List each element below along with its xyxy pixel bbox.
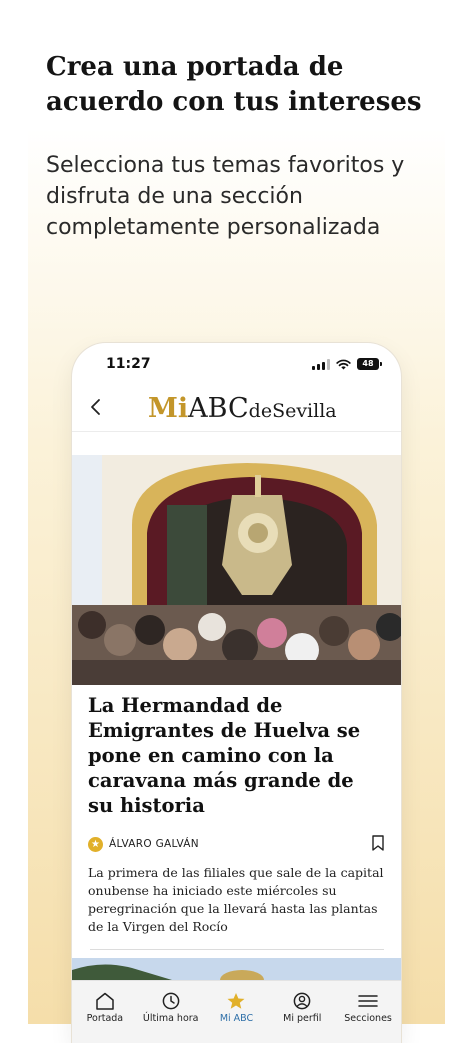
tab-label: Mi ABC	[219, 1013, 254, 1024]
logo-abc: ABC	[188, 393, 249, 424]
app-header: MiABCdeSevilla	[72, 385, 401, 432]
bottom-tab-bar: Portada Última hora Mi ABC Mi perfil Sec…	[72, 980, 401, 1043]
logo-city: deSevilla	[248, 400, 337, 422]
tab-portada[interactable]: Portada	[73, 981, 137, 1024]
chevron-left-icon	[91, 399, 100, 415]
article-card[interactable]: La Hermandad de Emigrantes de Huelva se …	[88, 693, 384, 936]
menu-icon	[358, 995, 378, 1007]
promo-headline: Crea una portada de acuerdo con tus inte…	[46, 52, 422, 117]
tab-label: Secciones	[344, 1013, 392, 1024]
article-divider	[90, 949, 384, 950]
tab-label: Portada	[86, 1013, 124, 1024]
status-bar: 11:27 48	[72, 343, 401, 383]
article-excerpt: La primera de las filiales que sale de l…	[88, 865, 384, 934]
promo-subtext: Selecciona tus temas favoritos y disfrut…	[46, 153, 405, 240]
status-icons: 48	[312, 358, 382, 370]
profile-icon	[293, 992, 311, 1010]
house-icon	[96, 992, 114, 1010]
article-byline: ★ ÁLVARO GALVÁN	[88, 834, 384, 854]
article-hero-image[interactable]	[72, 455, 401, 685]
tab-mi-abc[interactable]: Mi ABC	[204, 981, 268, 1024]
clock-icon	[162, 992, 180, 1010]
photo-illustration	[72, 455, 401, 685]
back-button[interactable]	[84, 395, 108, 419]
bookmark-icon[interactable]	[372, 835, 384, 851]
tab-ultima-hora[interactable]: Última hora	[139, 981, 203, 1024]
tab-secciones[interactable]: Secciones	[336, 981, 400, 1024]
status-time: 11:27	[106, 356, 151, 372]
phone-mockup: 11:27 48 MiABCdeSevilla La Hermandad de …	[72, 343, 401, 1043]
battery-icon: 48	[357, 358, 382, 370]
tab-mi-perfil[interactable]: Mi perfil	[270, 981, 334, 1024]
tab-label: Última hora	[142, 1013, 199, 1024]
author-star-icon: ★	[88, 836, 103, 852]
app-logo: MiABCdeSevilla	[148, 391, 337, 429]
article-title[interactable]: La Hermandad de Emigrantes de Huelva se …	[88, 693, 384, 818]
wifi-icon	[336, 359, 351, 369]
signal-icon	[312, 358, 330, 370]
article-author[interactable]: ÁLVARO GALVÁN	[109, 838, 199, 850]
star-icon	[227, 993, 245, 1009]
logo-mi: Mi	[148, 393, 189, 424]
tab-label: Mi perfil	[283, 1013, 322, 1024]
